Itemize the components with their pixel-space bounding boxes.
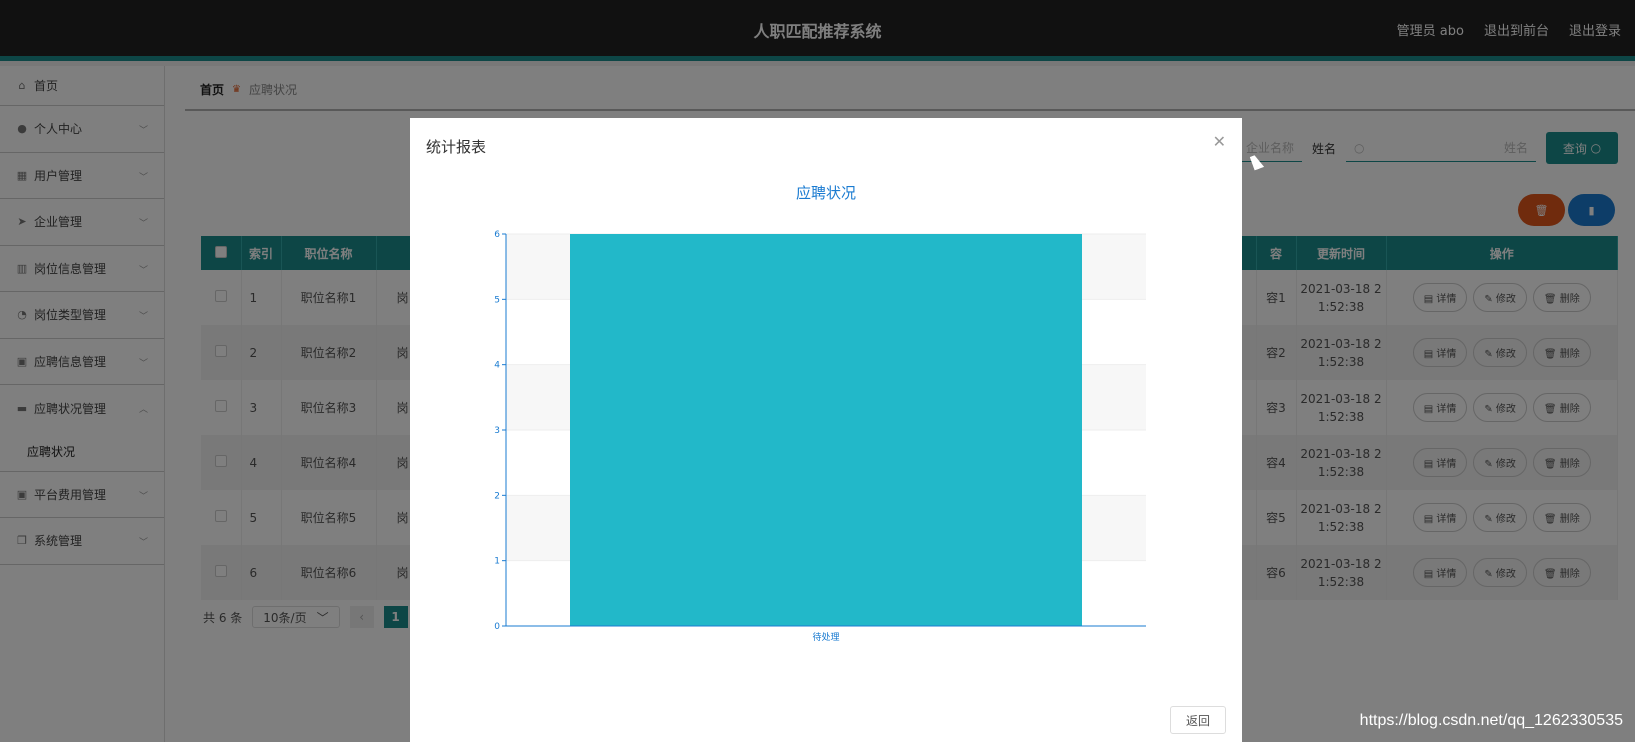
- y-tick-label: 6: [494, 230, 500, 240]
- chart-container: 应聘状况 0 1 2 3 4 5 6 待处理: [410, 178, 1242, 648]
- y-tick-label: 2: [494, 491, 500, 501]
- y-tick-label: 0: [494, 622, 500, 632]
- stats-modal: 统计报表 ✕ 应聘状况 0 1 2 3 4 5 6 待处理 返回: [410, 118, 1242, 742]
- bar-chart: 应聘状况 0 1 2 3 4 5 6 待处理: [494, 184, 1146, 643]
- y-tick-label: 5: [494, 295, 500, 305]
- y-tick-label: 1: [494, 557, 500, 567]
- y-tick-label: 4: [494, 361, 500, 371]
- close-icon[interactable]: ✕: [1213, 132, 1226, 151]
- watermark-text: https://blog.csdn.net/qq_1262330535: [1359, 712, 1623, 729]
- x-tick-label: 待处理: [812, 631, 839, 643]
- modal-title: 统计报表: [426, 138, 487, 156]
- chart-title: 应聘状况: [796, 184, 856, 202]
- back-button[interactable]: 返回: [1170, 706, 1226, 734]
- y-tick-label: 3: [494, 426, 500, 436]
- bar-待处理: [570, 234, 1082, 626]
